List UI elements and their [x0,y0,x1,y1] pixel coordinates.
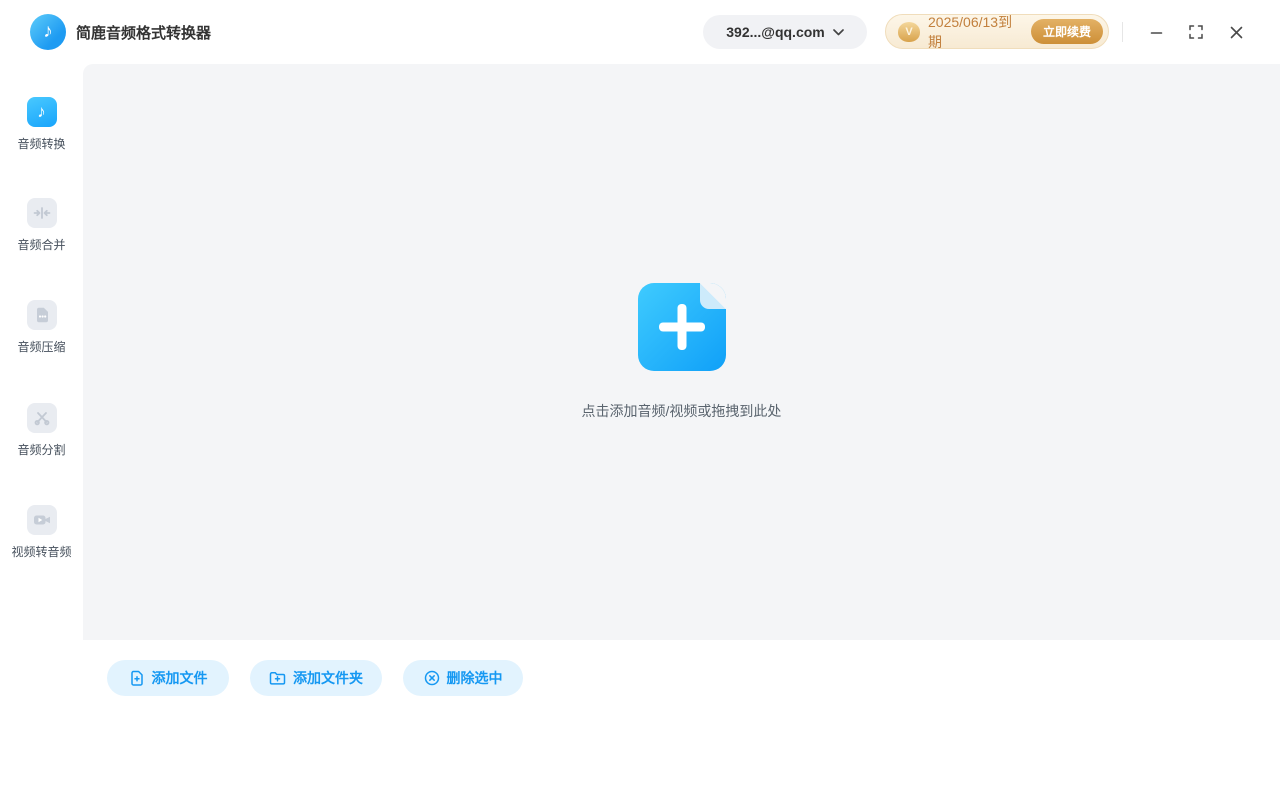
vip-status-badge: V 2025/06/13到期 立即续费 [885,13,1109,50]
vip-v-icon: V [898,21,920,42]
app-title: 简鹿音频格式转换器 [76,24,212,42]
dropzone[interactable]: 点击添加音频/视频或拖拽到此处 [83,64,1280,640]
folded-corner [699,283,726,309]
add-file-plus-icon[interactable] [637,283,726,371]
add-folder-button[interactable]: 添加文件夹 [250,660,382,696]
titlebar: ♪ 简鹿音频格式转换器 392...@qq.com V 2025/06/13到期… [0,0,1280,64]
sidebar-item-audio-compress[interactable]: 音频压缩 [0,300,83,355]
plus-bar [677,304,686,350]
sidebar-item-label: 音频转换 [17,137,66,151]
titlebar-divider [1122,22,1123,42]
sidebar-item-video-to-audio[interactable]: 视频转音频 [0,505,83,560]
add-file-label: 添加文件 [151,670,208,686]
audio-file-icon [26,300,57,330]
sidebar-item-label: 视频转音频 [11,545,72,559]
delete-selected-label: 删除选中 [446,670,503,686]
bottom-panel: 添加文件 添加文件夹 删除选中 格式 MP3 ▼ [0,640,1280,800]
app-window: ♪ 简鹿音频格式转换器 392...@qq.com V 2025/06/13到期… [0,0,1280,800]
merge-arrows-icon [26,198,57,228]
close-icon [1230,26,1242,38]
file-plus-icon [130,670,143,686]
music-note-icon: ♪ [26,97,57,127]
add-folder-label: 添加文件夹 [293,670,363,686]
add-file-button[interactable]: 添加文件 [107,660,229,696]
maximize-button[interactable] [1180,0,1212,64]
close-button[interactable] [1220,0,1252,64]
sidebar-item-audio-split[interactable]: 音频分割 [0,403,83,458]
maximize-icon [1189,25,1203,39]
sidebar-item-label: 音频合并 [17,238,66,252]
renew-button[interactable]: 立即续费 [1030,19,1103,44]
minimize-button[interactable] [1140,0,1172,64]
sidebar-item-label: 音频压缩 [17,340,66,354]
dropzone-hint: 点击添加音频/视频或拖拽到此处 [581,403,782,419]
account-dropdown[interactable]: 392...@qq.com [703,15,867,49]
app-logo-icon: ♪ [30,14,66,50]
folder-plus-icon [269,672,286,685]
scissors-icon [26,403,57,433]
video-camera-icon [26,505,57,535]
vip-expiry-text: 2025/06/13到期 [928,13,1013,50]
sidebar-item-audio-merge[interactable]: 音频合并 [0,198,83,253]
minimize-icon [1150,31,1162,34]
delete-circle-icon [424,670,439,686]
delete-selected-button[interactable]: 删除选中 [403,660,523,696]
account-email: 392...@qq.com [726,24,825,40]
sidebar-item-label: 音频分割 [17,443,66,457]
chevron-down-icon [832,28,844,35]
sidebar-item-audio-convert[interactable]: ♪ 音频转换 [0,97,83,152]
